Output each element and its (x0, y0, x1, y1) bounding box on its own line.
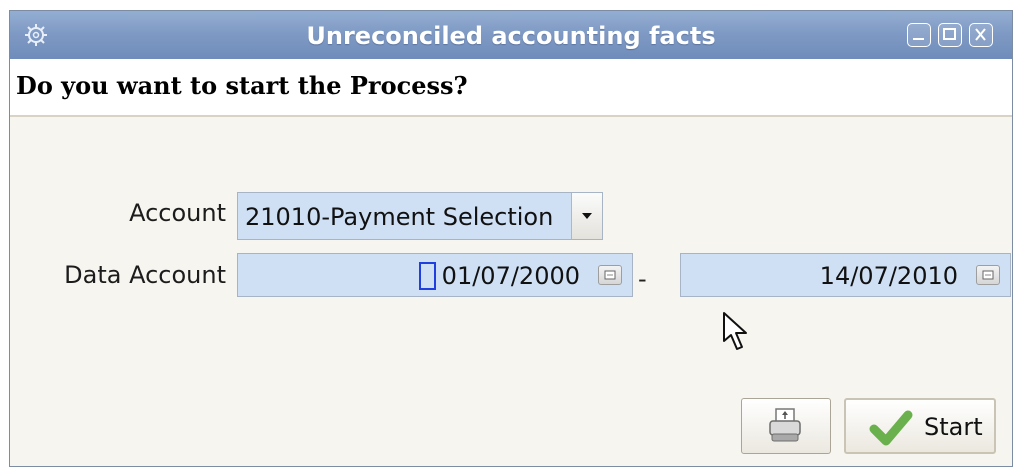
maximize-button[interactable] (938, 23, 962, 47)
date-to-calendar-button[interactable] (976, 265, 1000, 285)
minimize-icon (913, 38, 924, 40)
date-from-calendar-button[interactable] (598, 265, 622, 285)
process-dialog: Unreconciled accounting facts Do you wan… (9, 10, 1013, 467)
title-bar[interactable]: Unreconciled accounting facts (10, 11, 1012, 60)
date-range-separator: - (638, 265, 647, 293)
calendar-icon (982, 270, 994, 280)
print-button[interactable] (741, 398, 831, 454)
data-account-label: Data Account (64, 261, 226, 289)
chevron-down-icon (582, 213, 592, 219)
start-button[interactable]: Start (844, 398, 996, 454)
date-from-field[interactable]: 01/07/2000 (237, 253, 633, 297)
window-title: Unreconciled accounting facts (306, 22, 716, 50)
prompt-question: Do you want to start the Process? (16, 71, 468, 100)
close-icon (975, 28, 986, 41)
date-to-value: 14/07/2010 (819, 262, 958, 290)
account-select[interactable]: 21010-Payment Selection (237, 192, 603, 240)
prompt-header: Do you want to start the Process? (10, 59, 1012, 117)
date-from-value: 01/07/2000 (441, 262, 580, 290)
account-dropdown-button[interactable] (571, 193, 602, 239)
date-to-field[interactable]: 14/07/2010 (680, 253, 1011, 297)
printer-icon (769, 408, 801, 442)
calendar-icon (604, 270, 616, 280)
account-selected-value: 21010-Payment Selection (245, 203, 554, 231)
close-button[interactable] (969, 23, 993, 47)
maximize-icon (943, 28, 956, 40)
checkmark-icon (869, 410, 913, 446)
minimize-button[interactable] (907, 23, 931, 47)
start-button-label: Start (924, 413, 983, 441)
mouse-pointer-icon (723, 312, 747, 350)
account-label: Account (129, 199, 226, 227)
text-caret (419, 262, 436, 290)
